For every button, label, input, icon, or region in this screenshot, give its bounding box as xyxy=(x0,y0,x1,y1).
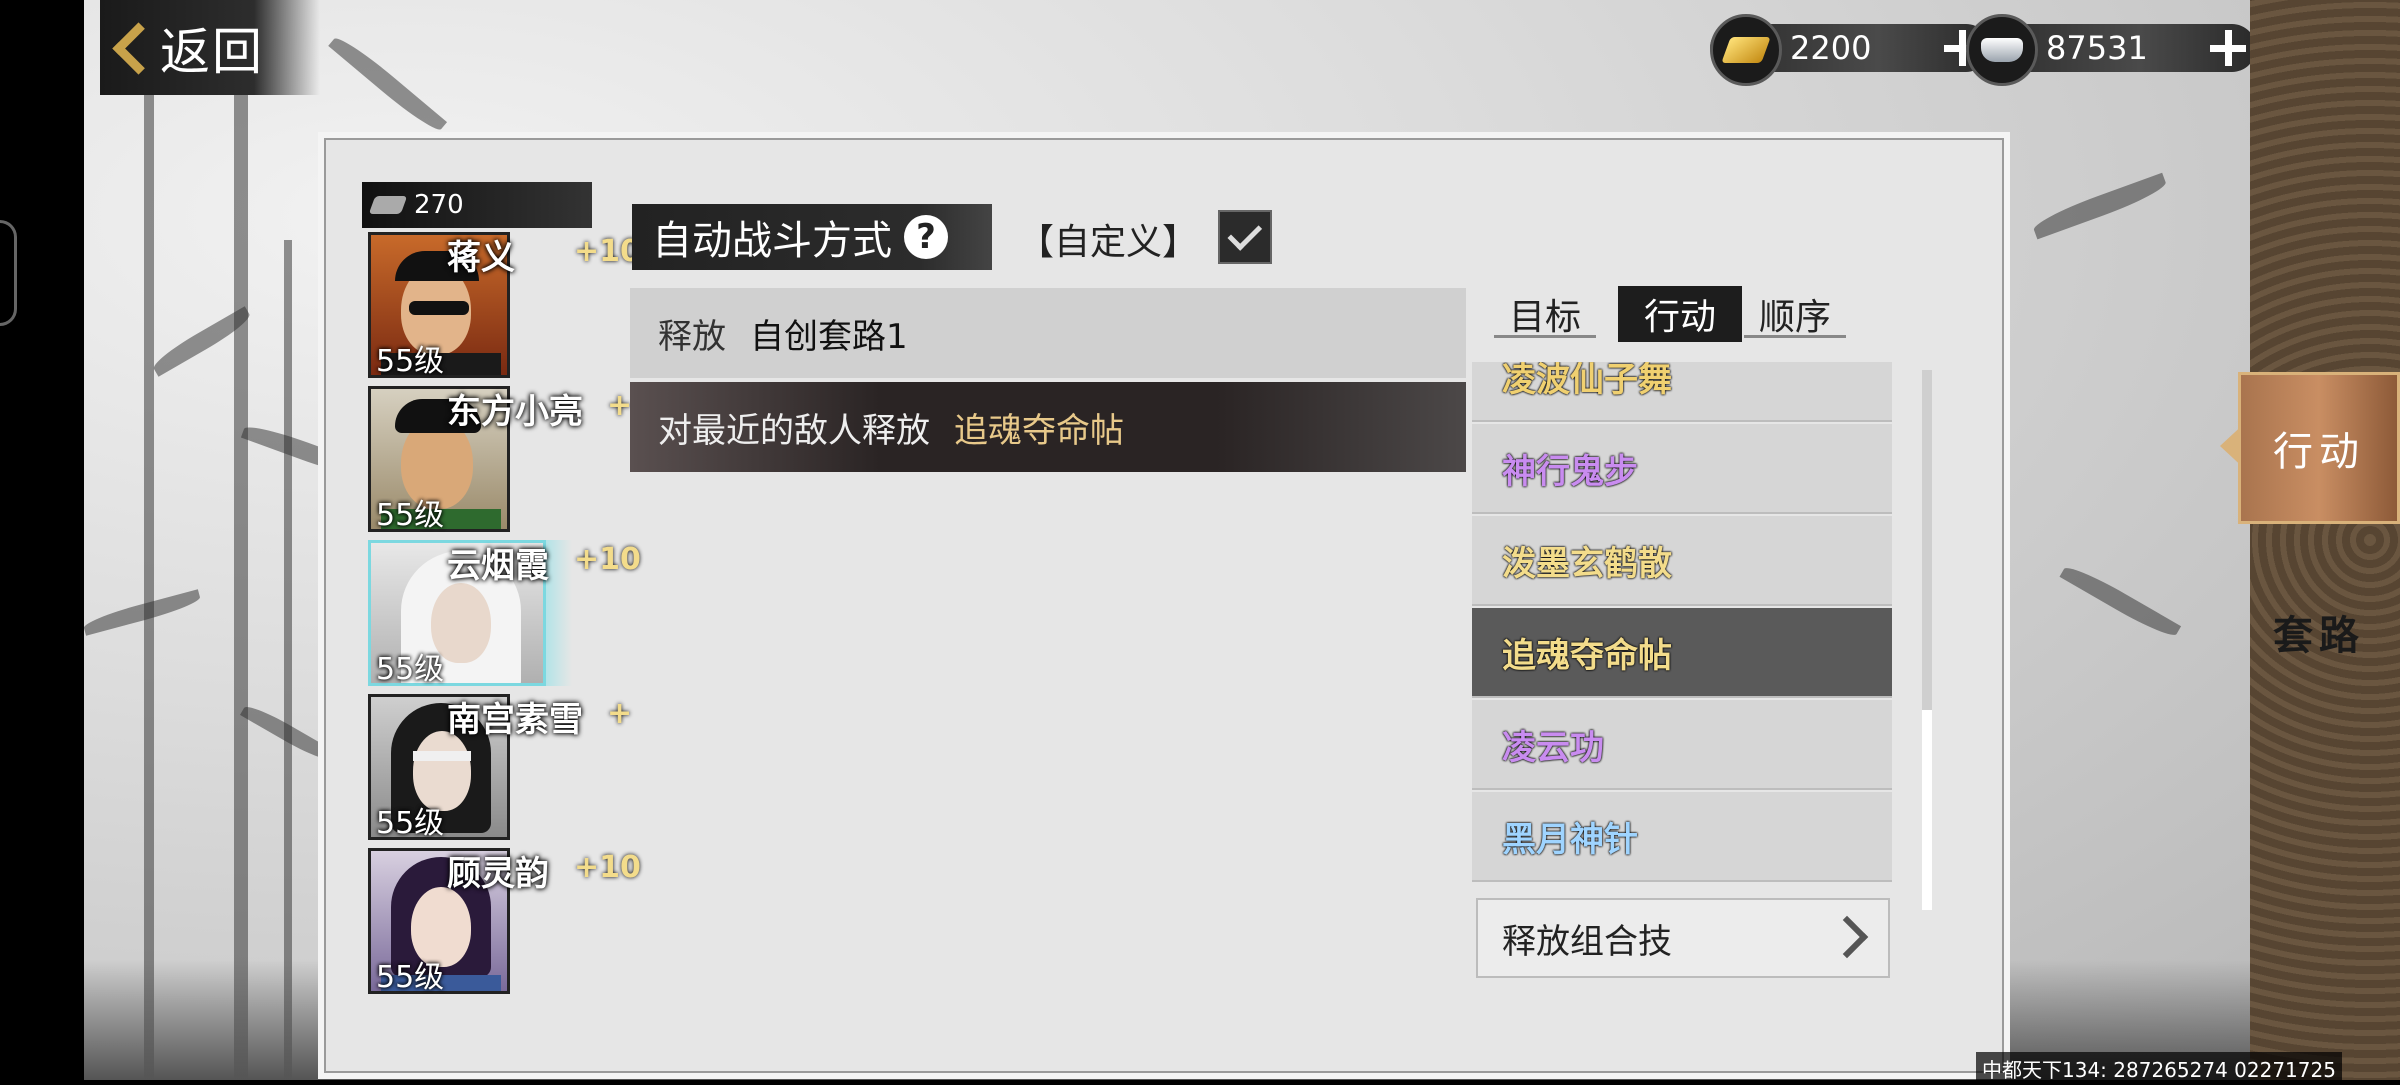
skill-item[interactable]: 神行鬼步 xyxy=(1472,424,1892,514)
combo-skill-button[interactable]: 释放组合技 xyxy=(1476,898,1890,978)
hero-level: 55级 xyxy=(376,652,445,687)
cost-icon xyxy=(368,190,408,220)
hero-level: 55级 xyxy=(376,960,445,995)
hero-name: 顾灵韵 xyxy=(447,854,549,894)
action-row[interactable]: 释放 自创套路1 xyxy=(630,288,1466,378)
hero-plus: +10 xyxy=(574,542,641,577)
action-key: 对最近的敌人释放 xyxy=(658,410,930,451)
hero-card[interactable]: 顾灵韵 +10 55级 xyxy=(362,844,641,996)
side-tab-label: 套路 xyxy=(2273,613,2365,659)
chevron-left-icon xyxy=(110,18,150,78)
tab-order[interactable]: 顺序 xyxy=(1740,286,1850,342)
skill-name: 泼墨玄鹤散 xyxy=(1502,543,1672,584)
edge-notch xyxy=(0,220,17,326)
hero-name: 东方小亮 xyxy=(447,392,583,432)
skill-scrollbar[interactable] xyxy=(1922,370,1932,910)
gold-amount: 2200 xyxy=(1790,29,1872,67)
roster-cost: 270 xyxy=(362,182,592,228)
hero-roster: 270 蒋义 +10 55级 东方小亮 + 55级 云烟霞 +10 55级 南宫… xyxy=(362,182,641,1012)
chevron-right-icon xyxy=(1825,915,1869,959)
silver-amount: 87531 xyxy=(2046,29,2148,67)
skill-item[interactable]: 黑月神针 xyxy=(1472,792,1892,882)
gold-currency: 2200 xyxy=(1710,14,1990,86)
side-tab-action[interactable]: 行动 xyxy=(2238,372,2400,524)
back-button[interactable]: 返回 xyxy=(100,0,320,95)
hero-level: 55级 xyxy=(376,806,445,841)
action-key: 释放 xyxy=(658,316,726,357)
config-tabs: 目标 行动 顺序 xyxy=(1490,286,1850,342)
auto-battle-title-text: 自动战斗方式 xyxy=(652,218,892,264)
auto-battle-title: 自动战斗方式 ? xyxy=(632,204,992,270)
hero-name: 南宫素雪 xyxy=(447,700,583,740)
help-icon[interactable]: ? xyxy=(904,215,948,259)
skill-name: 凌云功 xyxy=(1502,727,1604,768)
gold-ingot-icon xyxy=(1710,14,1782,86)
back-label: 返回 xyxy=(160,22,264,81)
skill-list: 凌波仙子舞 神行鬼步 泼墨玄鹤散 追魂夺命帖 凌云功 黑月神针 xyxy=(1472,362,1894,982)
roster-cost-value: 270 xyxy=(414,190,464,220)
hero-level: 55级 xyxy=(376,498,445,533)
tab-target[interactable]: 目标 xyxy=(1490,286,1600,342)
side-menu-background xyxy=(2250,0,2400,1080)
skill-name: 神行鬼步 xyxy=(1502,451,1638,492)
side-tab-label: 行动 xyxy=(2273,429,2365,475)
action-value: 追魂夺命帖 xyxy=(954,410,1124,451)
tab-label: 行动 xyxy=(1643,297,1716,338)
silver-currency: 87531 xyxy=(1966,14,2256,86)
battle-mode-label: 【自定义】 xyxy=(1018,222,1199,263)
action-row-selected[interactable]: 对最近的敌人释放 追魂夺命帖 xyxy=(630,382,1466,472)
hero-plus: +10 xyxy=(574,850,641,885)
add-silver-icon[interactable] xyxy=(2208,28,2248,68)
skill-item[interactable]: 凌云功 xyxy=(1472,700,1892,790)
skill-name: 追魂夺命帖 xyxy=(1502,635,1672,676)
custom-mode-checkbox[interactable] xyxy=(1218,210,1272,264)
scroll-thumb[interactable] xyxy=(1922,710,1932,910)
skill-name: 凌波仙子舞 xyxy=(1502,362,1672,400)
combo-skill-label: 释放组合技 xyxy=(1502,921,1672,962)
tab-label: 顺序 xyxy=(1758,297,1831,338)
hero-level: 55级 xyxy=(376,344,445,379)
server-id-text: 中都天下134: 287265274 02271725 xyxy=(1976,1052,2342,1085)
skill-item[interactable]: 泼墨玄鹤散 xyxy=(1472,516,1892,606)
silver-ingot-icon xyxy=(1966,14,2038,86)
tab-action[interactable]: 行动 xyxy=(1618,286,1742,342)
hero-card[interactable]: 蒋义 +10 55级 xyxy=(362,228,641,380)
skill-item[interactable]: 凌波仙子舞 xyxy=(1472,362,1892,422)
hero-card[interactable]: 东方小亮 + 55级 xyxy=(362,382,632,534)
hero-plus: +10 xyxy=(574,234,641,269)
side-tab-routine[interactable]: 套路 xyxy=(2238,556,2400,708)
skill-name: 黑月神针 xyxy=(1502,819,1638,860)
skill-item-selected[interactable]: 追魂夺命帖 xyxy=(1472,608,1892,698)
hero-card[interactable]: 南宫素雪 + 55级 xyxy=(362,690,632,842)
hero-name: 云烟霞 xyxy=(447,546,549,586)
tab-label: 目标 xyxy=(1508,297,1581,338)
hero-plus: + xyxy=(607,696,633,731)
hero-card-selected[interactable]: 云烟霞 +10 55级 xyxy=(362,536,641,688)
action-value: 自创套路1 xyxy=(750,316,908,357)
hero-plus: + xyxy=(607,388,633,423)
hero-name: 蒋义 xyxy=(447,238,515,278)
